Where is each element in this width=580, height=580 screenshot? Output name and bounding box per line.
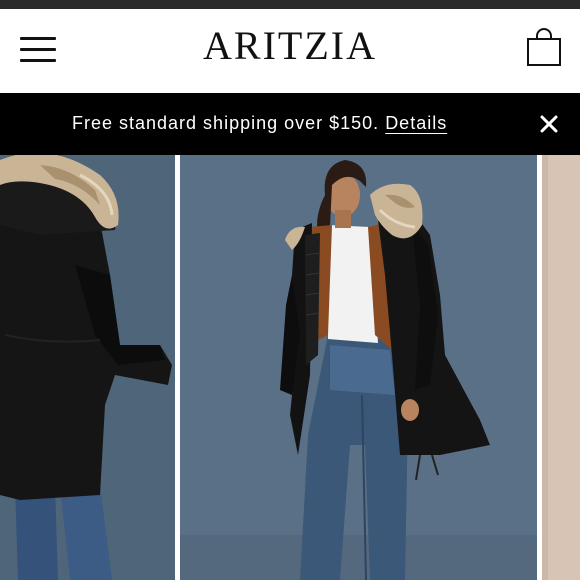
next-product-image bbox=[542, 155, 580, 580]
banner-details-link[interactable]: Details bbox=[385, 113, 447, 133]
product-image-carousel[interactable] bbox=[0, 155, 580, 580]
banner-message: Free standard shipping over $150. bbox=[72, 113, 380, 133]
site-header: ARITZIA bbox=[0, 9, 580, 93]
carousel-slide-next[interactable] bbox=[542, 155, 580, 580]
brand-logo[interactable]: ARITZIA bbox=[0, 21, 580, 71]
carousel-slide-previous[interactable] bbox=[0, 155, 175, 580]
parka-back-image bbox=[0, 155, 175, 580]
parka-model-image bbox=[180, 155, 537, 580]
close-icon bbox=[540, 115, 558, 133]
shopping-bag-button[interactable] bbox=[526, 27, 562, 67]
carousel-slide-current[interactable] bbox=[180, 155, 537, 580]
banner-close-button[interactable] bbox=[538, 113, 560, 135]
banner-text: Free standard shipping over $150. Details bbox=[72, 113, 447, 134]
shopping-bag-icon bbox=[527, 28, 561, 66]
shipping-banner: Free standard shipping over $150. Details bbox=[0, 93, 580, 155]
status-strip bbox=[0, 0, 580, 9]
